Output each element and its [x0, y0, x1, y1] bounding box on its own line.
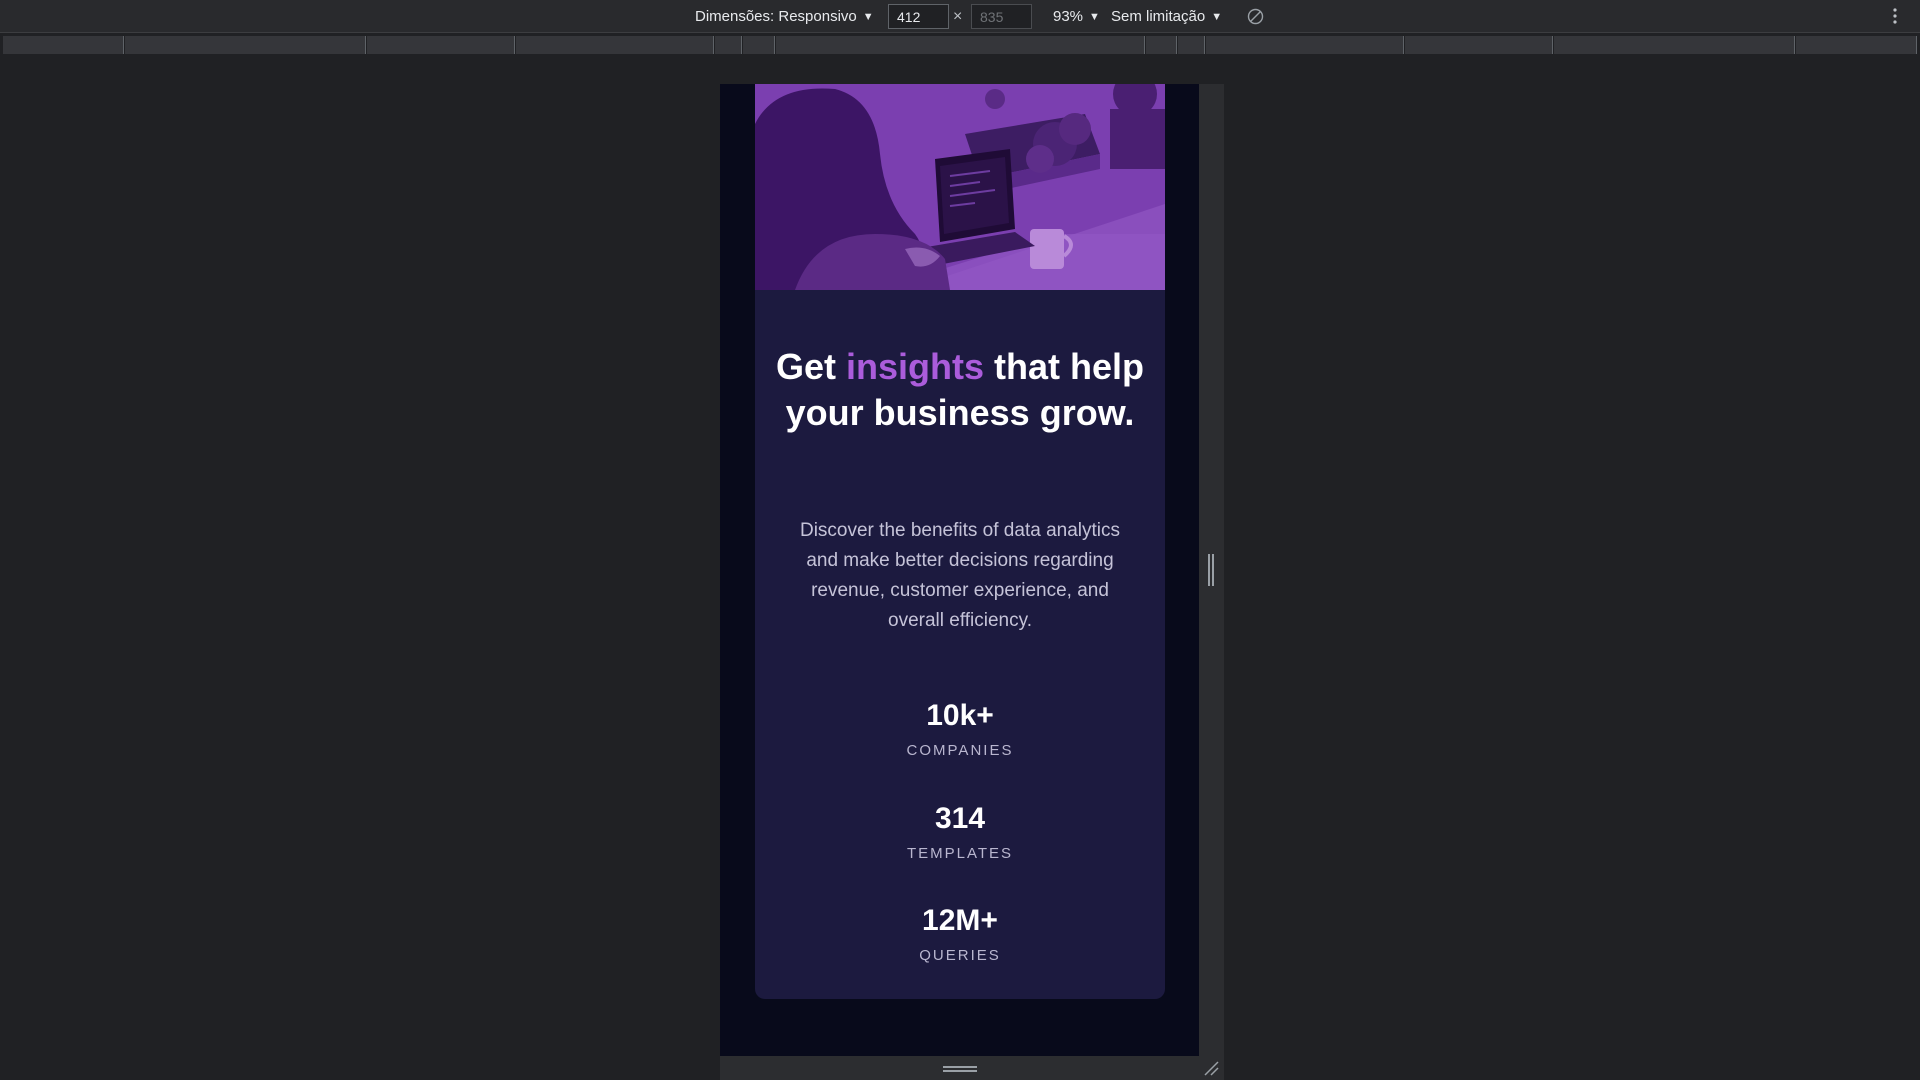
headline-start: Get	[775, 346, 846, 387]
caret-down-icon: ▼	[862, 10, 874, 23]
throttle-label: Sem limitação	[1111, 8, 1206, 25]
dimensions-dropdown[interactable]: Dimensões: Responsivo ▼	[695, 0, 874, 33]
rotate-icon[interactable]	[1247, 8, 1264, 25]
media-query-segment[interactable]	[1796, 36, 1917, 54]
caret-down-icon: ▼	[1211, 10, 1223, 23]
media-query-bar	[0, 34, 1920, 57]
headline-accent: insights	[846, 346, 985, 387]
media-query-segment[interactable]	[1206, 36, 1404, 54]
stat-label: QUERIES	[919, 947, 1001, 964]
device-viewport: Get insights that help your business gro…	[720, 84, 1199, 1056]
stat-queries: 12M+ QUERIES	[755, 903, 1165, 965]
media-query-segment[interactable]	[715, 36, 742, 54]
kebab-menu-icon[interactable]	[1892, 6, 1898, 26]
zoom-dropdown[interactable]: 93% ▼	[1053, 0, 1100, 33]
stat-companies: 10k+ COMPANIES	[755, 698, 1165, 760]
caret-down-icon: ▼	[1089, 10, 1100, 23]
stat-value: 10k+	[926, 699, 994, 732]
media-query-segment[interactable]	[776, 36, 1145, 54]
device-toolbar: Dimensões: Responsivo ▼ 412 × 835 93% ▼ …	[0, 0, 1920, 33]
media-query-segment[interactable]	[1178, 36, 1205, 54]
stat-label: COMPANIES	[906, 742, 1014, 759]
media-query-segment[interactable]	[1554, 36, 1795, 54]
stat-value: 12M+	[922, 904, 998, 937]
hero-image	[755, 84, 1165, 290]
media-query-segment[interactable]	[3, 36, 124, 54]
corner-resize-icon[interactable]	[1203, 1060, 1219, 1076]
bottom-resize-handle-icon[interactable]	[943, 1066, 977, 1072]
media-query-segment[interactable]	[743, 36, 775, 54]
description: Discover the benefits of data analytics …	[799, 520, 1120, 631]
width-input[interactable]: 412	[888, 4, 949, 29]
headline: Get insights that help your business gro…	[775, 344, 1145, 436]
stat-templates: 314 TEMPLATES	[755, 801, 1165, 863]
dimensions-label: Dimensões: Responsivo	[695, 8, 857, 25]
right-resize-handle-icon[interactable]	[1208, 554, 1214, 586]
media-query-segment[interactable]	[125, 36, 366, 54]
hero-photo-illustration	[755, 84, 1165, 290]
stat-label: TEMPLATES	[906, 845, 1014, 862]
throttle-dropdown[interactable]: Sem limitação ▼	[1111, 0, 1222, 33]
media-query-segment[interactable]	[1146, 36, 1177, 54]
media-query-segment[interactable]	[516, 36, 714, 54]
stat-value: 314	[934, 802, 986, 835]
media-query-segment[interactable]	[1405, 36, 1553, 54]
times-symbol: ×	[953, 8, 963, 25]
media-query-segment[interactable]	[367, 36, 515, 54]
zoom-label: 93%	[1053, 8, 1084, 25]
height-input[interactable]: 835	[971, 4, 1032, 29]
stats-card: Get insights that help your business gro…	[755, 84, 1165, 999]
